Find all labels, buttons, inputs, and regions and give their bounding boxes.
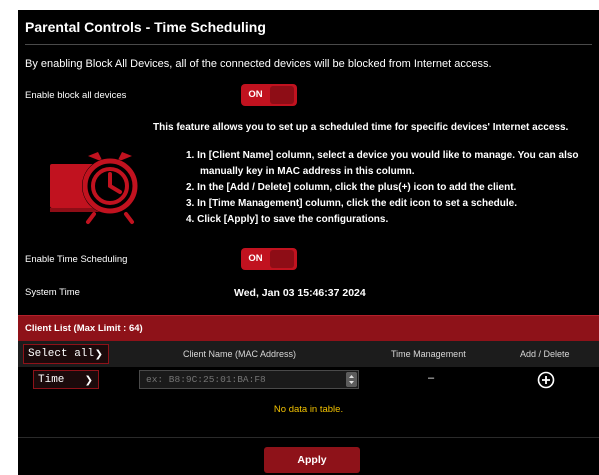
block-all-label: Enable block all devices — [25, 90, 127, 101]
instruction-step: manually key in MAC address in this colu… — [200, 166, 415, 177]
add-client-icon[interactable] — [537, 371, 555, 389]
time-management-placeholder: – — [428, 372, 435, 384]
chevron-down-icon: ❯ — [84, 375, 93, 386]
client-list-header: Client List (Max Limit : 64) — [18, 315, 599, 342]
system-time-label: System Time — [25, 287, 80, 298]
toggle-knob — [270, 250, 294, 268]
block-all-description: By enabling Block All Devices, all of th… — [25, 58, 492, 70]
toggle-knob — [270, 86, 294, 104]
block-all-toggle[interactable]: ON — [241, 84, 297, 106]
title-divider — [25, 44, 592, 45]
column-time-management: Time Management — [391, 349, 466, 359]
table-divider — [18, 437, 599, 438]
time-mode-dropdown[interactable]: Time ❯ — [33, 370, 99, 389]
time-mode-label: Time — [38, 374, 65, 386]
time-scheduling-toggle-label: ON — [248, 253, 263, 264]
time-scheduling-label: Enable Time Scheduling — [25, 254, 128, 265]
select-all-label: Select all — [28, 348, 95, 360]
instruction-step: 1. In [Client Name] column, select a dev… — [186, 150, 579, 161]
instruction-step: 4. Click [Apply] to save the configurati… — [186, 214, 389, 225]
instruction-step: 3. In [Time Management] column, click th… — [186, 198, 518, 209]
time-scheduling-toggle[interactable]: ON — [241, 248, 297, 270]
parental-controls-panel: Parental Controls - Time Scheduling By e… — [18, 10, 599, 475]
client-table-header: Select all ❯ Client Name (MAC Address) T… — [18, 341, 599, 367]
apply-button[interactable]: Apply — [264, 447, 360, 473]
system-time-value: Wed, Jan 03 15:46:37 2024 — [234, 287, 366, 299]
client-list-spinner[interactable] — [346, 372, 357, 387]
instruction-step: 2. In the [Add / Delete] column, click t… — [186, 182, 517, 193]
column-client-name: Client Name (MAC Address) — [183, 349, 297, 359]
block-all-toggle-label: ON — [248, 89, 263, 100]
mac-address-input[interactable] — [139, 370, 359, 389]
instructions-list: 1. In [Client Name] column, select a dev… — [186, 148, 599, 228]
chevron-down-icon: ❯ — [94, 349, 103, 360]
page-title: Parental Controls - Time Scheduling — [25, 19, 266, 35]
column-add-delete: Add / Delete — [520, 349, 570, 359]
feature-intro: This feature allows you to set up a sche… — [153, 122, 569, 133]
alarm-clock-icon — [50, 152, 138, 224]
select-all-dropdown[interactable]: Select all ❯ — [23, 344, 109, 364]
client-list-title: Client List (Max Limit : 64) — [25, 323, 143, 334]
empty-table-message: No data in table. — [273, 404, 344, 415]
